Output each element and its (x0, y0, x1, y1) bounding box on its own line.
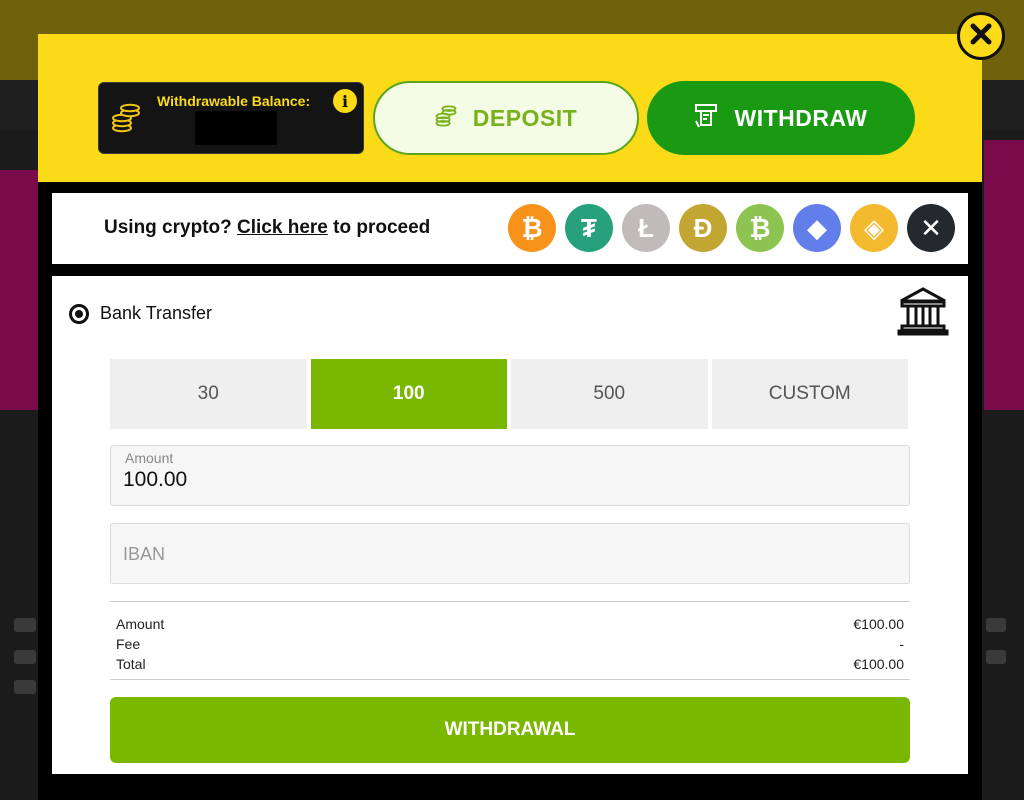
background-text (986, 650, 1006, 664)
ethereum-icon[interactable]: ◆ (793, 204, 841, 252)
background-text (14, 618, 36, 632)
modal-header: Withdrawable Balance: i DEPOSIT WITHDRAW (38, 34, 982, 182)
iban-field[interactable] (110, 523, 910, 584)
atm-withdraw-icon (694, 103, 718, 134)
preset-amount-group: 30 100 500 CUSTOM (110, 359, 908, 429)
amount-field-label: Amount (125, 450, 174, 466)
summary-label: Total (116, 656, 146, 672)
coins-icon (435, 103, 457, 134)
balance-label: Withdrawable Balance: (157, 93, 311, 109)
crypto-prompt-prefix: Using crypto? (104, 217, 238, 238)
binance-icon[interactable]: ◈ (850, 204, 898, 252)
withdraw-form-panel: Bank Transfer 30 100 500 CUSTOM Amount 1… (52, 276, 968, 774)
crypto-bar: Using crypto? Click here to proceed ₿ ₮ Ł Ð… (52, 193, 968, 264)
withdraw-modal: Withdrawable Balance: i DEPOSIT WITHDRAW… (38, 34, 982, 800)
bitcoin-cash-icon[interactable]: ₿ (736, 204, 784, 252)
summary-value: - (899, 636, 904, 652)
balance-value-redacted (195, 111, 277, 145)
dogecoin-icon[interactable]: Ð (679, 204, 727, 252)
crypto-prompt-suffix: to proceed (327, 217, 431, 238)
withdraw-tab[interactable]: WITHDRAW (647, 81, 915, 155)
preset-amount-custom[interactable]: CUSTOM (711, 359, 908, 429)
ripple-icon[interactable]: ✕ (907, 204, 955, 252)
deposit-tab[interactable]: DEPOSIT (373, 81, 639, 155)
coins-icon (111, 101, 141, 140)
close-icon (970, 23, 992, 50)
bank-transfer-radio[interactable] (69, 304, 89, 324)
amount-input[interactable] (123, 466, 893, 494)
crypto-coin-list: ₿ ₮ Ł Ð ₿ ◆ ◈ ✕ (508, 204, 955, 252)
bank-icon (897, 285, 949, 342)
summary-row-total: Total €100.00 (116, 654, 904, 674)
background-banner-right (984, 140, 1024, 410)
summary-row-amount: Amount €100.00 (116, 614, 904, 634)
background-banner-left (0, 170, 40, 410)
payment-method-label: Bank Transfer (100, 303, 213, 323)
withdraw-tab-label: WITHDRAW (734, 104, 868, 131)
background-text (986, 618, 1006, 632)
background-text (14, 680, 36, 694)
preset-amount-500[interactable]: 500 (511, 359, 708, 429)
bitcoin-icon[interactable]: ₿ (508, 204, 556, 252)
summary-label: Amount (116, 616, 165, 632)
summary-row-fee: Fee - (116, 634, 904, 654)
withdraw-summary: Amount €100.00 Fee - Total €100.00 (110, 601, 910, 680)
summary-value: €100.00 (853, 656, 904, 672)
preset-amount-100[interactable]: 100 (310, 359, 507, 429)
background-text (14, 650, 36, 664)
tether-icon[interactable]: ₮ (565, 204, 613, 252)
crypto-prompt: Using crypto? Click here to proceed (104, 217, 430, 239)
crypto-click-here-link[interactable]: Click here (237, 217, 328, 238)
close-modal-button[interactable] (957, 12, 1005, 60)
preset-amount-30[interactable]: 30 (110, 359, 307, 429)
deposit-tab-label: DEPOSIT (472, 104, 578, 131)
summary-value: €100.00 (853, 616, 904, 632)
summary-label: Fee (116, 636, 141, 652)
info-icon[interactable]: i (333, 89, 357, 113)
withdrawable-balance-box: Withdrawable Balance: i (98, 82, 364, 154)
amount-field[interactable]: Amount (110, 445, 910, 506)
withdrawal-submit-button[interactable]: WITHDRAWAL (110, 697, 910, 763)
iban-input[interactable] (123, 540, 893, 568)
litecoin-icon[interactable]: Ł (622, 204, 670, 252)
